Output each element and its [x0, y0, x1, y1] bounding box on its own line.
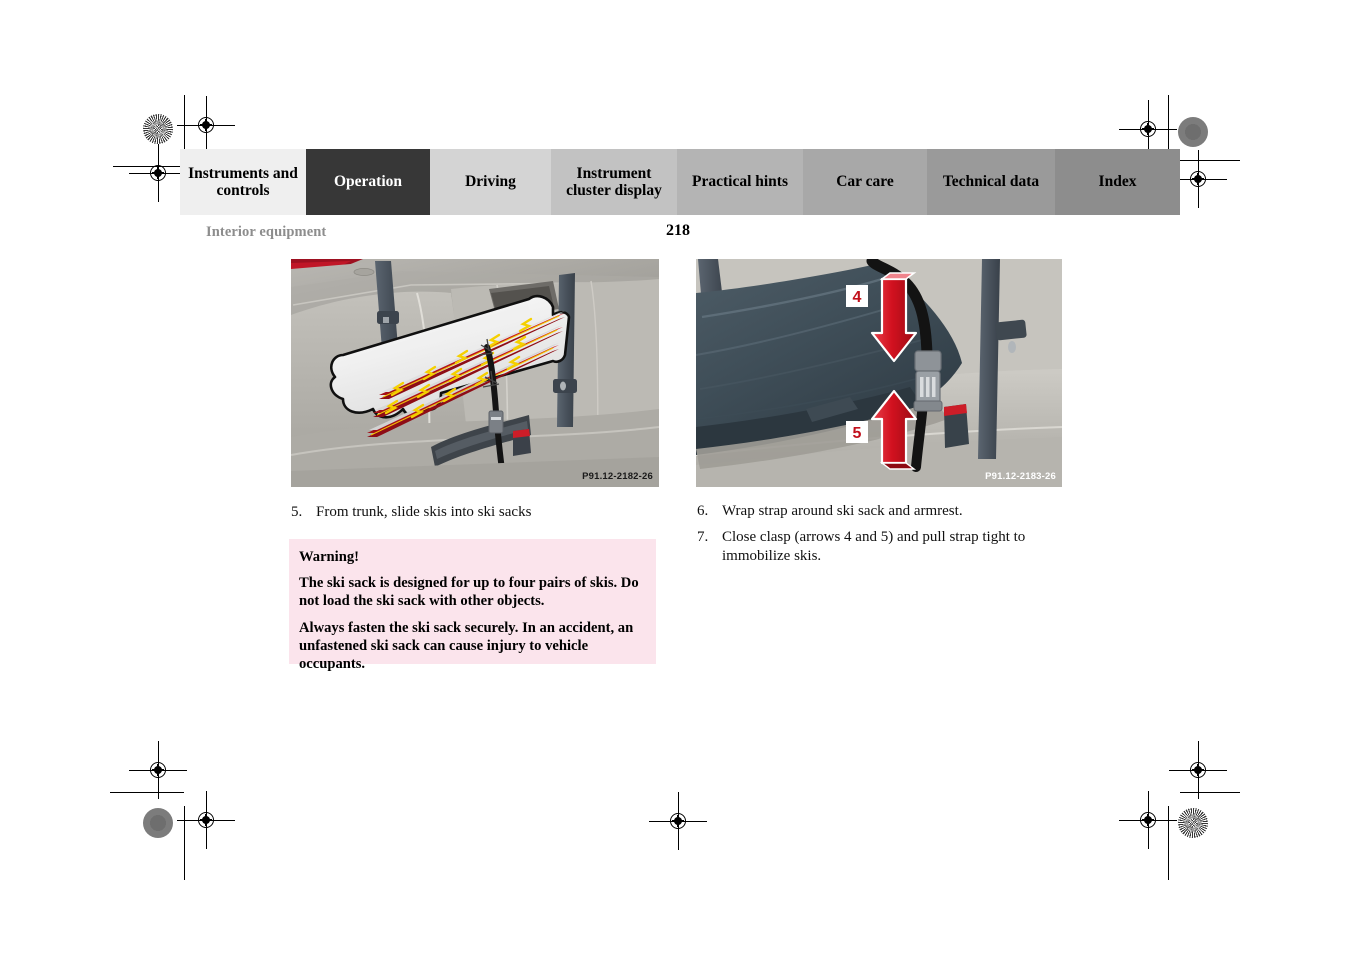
registration-rosette	[143, 808, 173, 838]
figure-ski-sack-loaded: P91.12-2182-26	[291, 259, 659, 487]
chapter-tab-bar: Instruments and controls Operation Driving…	[180, 149, 1180, 215]
tab-label: Instrument cluster display	[566, 164, 662, 199]
registration-target	[129, 741, 187, 799]
registration-target	[1169, 150, 1227, 208]
figure-clasp-detail: 4 5 P91.12-2183-26	[696, 259, 1062, 487]
registration-rosette	[1178, 117, 1208, 147]
tab-label: Practical hints	[692, 173, 788, 191]
figure-right-illustration: 4 5	[696, 259, 1062, 487]
tab-practical-hints[interactable]: Practical hints	[677, 149, 803, 215]
crop-line-h	[110, 792, 184, 793]
registration-target	[177, 96, 235, 154]
tab-label: Technical data	[942, 173, 1040, 191]
registration-rosette	[143, 114, 173, 144]
registration-rosette	[1178, 808, 1208, 838]
warning-paragraph: The ski sack is designed for up to four …	[299, 575, 639, 610]
tab-instruments-and-controls[interactable]: Instruments and controls	[180, 149, 306, 215]
registration-target	[129, 144, 187, 202]
tab-label: Index	[1098, 173, 1137, 191]
warning-box: Warning! The ski sack is designed for up…	[289, 539, 656, 672]
warning-paragraph: Always fasten the ski sack securely. In …	[299, 619, 634, 673]
figure-code: P91.12-2183-26	[985, 471, 1056, 482]
registration-target	[1119, 791, 1177, 849]
step-text: Wrap strap around ski sack and armrest.	[722, 503, 963, 519]
svg-text:4: 4	[853, 289, 862, 306]
step-text: From trunk, slide skis into ski sacks	[316, 504, 532, 520]
svg-text:5: 5	[853, 425, 862, 442]
step-number: 6.	[697, 503, 709, 519]
tab-driving[interactable]: Driving	[430, 149, 551, 215]
step-text: Close clasp (arrows 4 and 5) and pull st…	[722, 529, 1026, 564]
step-number: 5.	[291, 504, 303, 520]
crop-line-v	[184, 806, 185, 880]
tab-car-care[interactable]: Car care	[803, 149, 927, 215]
page-number: 218	[666, 222, 690, 239]
registration-target	[649, 792, 707, 850]
crop-line-h	[1180, 792, 1240, 793]
tab-label: Instruments and controls	[188, 164, 298, 199]
tab-label: Operation	[333, 173, 403, 191]
step-number: 7.	[697, 529, 709, 545]
tab-technical-data[interactable]: Technical data	[927, 149, 1055, 215]
crop-line-h	[1180, 160, 1240, 161]
registration-target	[1169, 741, 1227, 799]
registration-target	[177, 791, 235, 849]
step-item-7: 7. Close clasp (arrows 4 and 5) and pull…	[697, 528, 1067, 566]
registration-target	[1119, 100, 1177, 158]
tab-instrument-cluster-display[interactable]: Instrument cluster display	[551, 149, 677, 215]
tab-index[interactable]: Index	[1055, 149, 1180, 215]
tab-operation[interactable]: Operation	[306, 149, 430, 215]
figure-left-illustration	[291, 259, 659, 487]
tab-label: Car care	[836, 173, 894, 191]
figure-code: P91.12-2182-26	[582, 471, 653, 482]
crop-line-v	[1168, 806, 1169, 880]
warning-title: Warning!	[299, 549, 360, 565]
tab-label: Driving	[465, 173, 516, 191]
step-item-5: 5. From trunk, slide skis into ski sacks	[291, 503, 671, 522]
step-item-6: 6. Wrap strap around ski sack and armres…	[697, 502, 1067, 521]
